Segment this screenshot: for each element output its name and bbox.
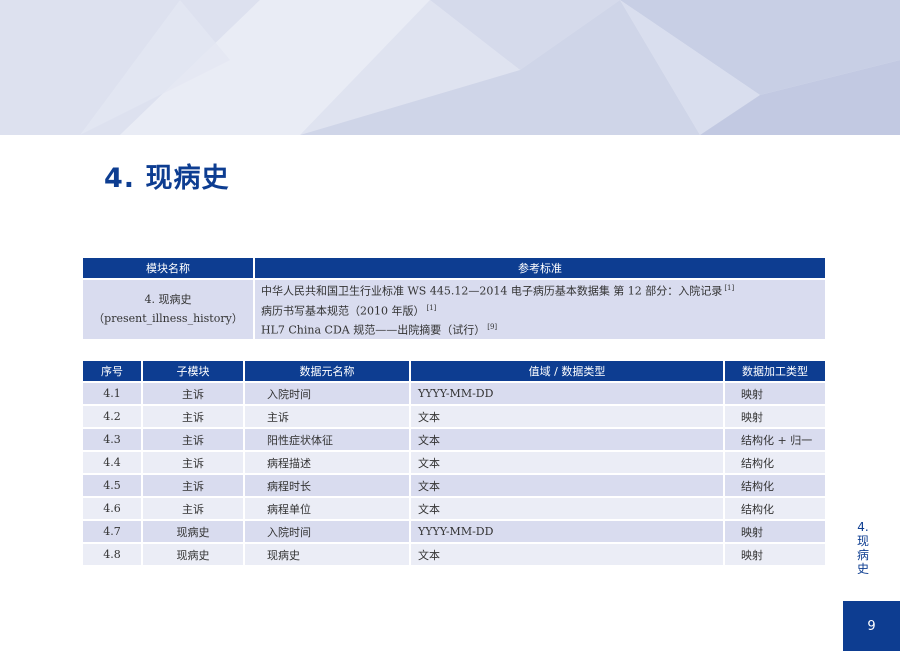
table-row: 4.7 现病史 入院时间 YYYY-MM-DD 映射: [81, 519, 827, 544]
element-name-cell: 阳性症状体征: [243, 427, 411, 452]
serial-number-cell: 4.5: [81, 473, 143, 498]
serial-number-cell: 4.4: [81, 450, 143, 475]
sub-module-cell: 现病史: [141, 542, 245, 567]
header-processing-type: 数据加工类型: [723, 359, 827, 383]
table-row: 4.4 主诉 病程描述 文本 结构化: [81, 450, 827, 475]
side-chapter-label: 4. 现 病 史: [852, 520, 874, 576]
citation-marker: [1]: [724, 284, 735, 292]
serial-number-cell: 4.7: [81, 519, 143, 544]
side-chapter-char: 现: [856, 534, 869, 548]
processing-type-cell: 结构化: [723, 496, 827, 521]
polygon-background-graphic: [0, 0, 900, 135]
table-row: 4.8 现病史 现病史 文本 映射: [81, 542, 827, 567]
element-name-cell: 入院时间: [243, 519, 411, 544]
side-chapter-char: 病: [856, 548, 869, 562]
data-element-table: 序号 子模块 数据元名称 值域 / 数据类型 数据加工类型 4.1 主诉 入院时间 Y…: [81, 359, 827, 567]
processing-type-cell: 映射: [723, 404, 827, 429]
module-name-cell: 4. 现病史 （present_illness_history）: [81, 278, 255, 341]
reference-item: 中华人民共和国卫生行业标准 WS 445.12—2014 电子病历基本数据集 第…: [261, 284, 735, 298]
serial-number-cell: 4.2: [81, 404, 143, 429]
module-name: 4. 现病史: [144, 293, 192, 307]
sub-module-cell: 主诉: [141, 427, 245, 452]
element-name-cell: 病程描述: [243, 450, 411, 475]
value-domain-cell: 文本: [409, 473, 725, 498]
value-domain-cell: 文本: [409, 427, 725, 452]
value-domain-cell: 文本: [409, 542, 725, 567]
element-name-cell: 病程单位: [243, 496, 411, 521]
data-table-body: 4.1 主诉 入院时间 YYYY-MM-DD 映射 4.2 主诉 主诉 文本 映射 4.3 主诉 阳性症…: [81, 381, 827, 567]
serial-number-cell: 4.3: [81, 427, 143, 452]
value-domain-cell: YYYY-MM-DD: [409, 519, 725, 544]
page-number-box: 9: [843, 601, 900, 651]
side-chapter-number: 4.: [857, 520, 869, 534]
value-domain-cell: 文本: [409, 404, 725, 429]
citation-marker: [1]: [426, 303, 437, 312]
reference-table: 模块名称 参考标准 4. 现病史 （present_illness_histor…: [81, 256, 827, 341]
sub-module-cell: 主诉: [141, 404, 245, 429]
sub-module-cell: 主诉: [141, 381, 245, 406]
reference-table-header: 模块名称 参考标准: [81, 256, 827, 280]
sub-module-cell: 现病史: [141, 519, 245, 544]
sub-module-cell: 主诉: [141, 473, 245, 498]
sub-module-cell: 主诉: [141, 450, 245, 475]
reference-item: HL7 China CDA 规范——出院摘要（试行） [9]: [261, 323, 498, 337]
value-domain-cell: 文本: [409, 496, 725, 521]
element-name-cell: 主诉: [243, 404, 411, 429]
citation-marker: [9]: [487, 323, 498, 332]
data-table-header: 序号 子模块 数据元名称 值域 / 数据类型 数据加工类型: [81, 359, 827, 383]
module-id: （present_illness_history）: [93, 312, 243, 326]
processing-type-cell: 映射: [723, 542, 827, 567]
reference-row: 4. 现病史 （present_illness_history） 中华人民共和国…: [81, 278, 827, 341]
value-domain-cell: 文本: [409, 450, 725, 475]
header-reference-standard: 参考标准: [253, 256, 827, 280]
serial-number-cell: 4.1: [81, 381, 143, 406]
header-module-name: 模块名称: [81, 256, 255, 280]
page-number: 9: [867, 618, 876, 634]
side-chapter-char: 史: [856, 562, 869, 576]
reference-standard-cell: 中华人民共和国卫生行业标准 WS 445.12—2014 电子病历基本数据集 第…: [253, 278, 827, 341]
table-row: 4.5 主诉 病程时长 文本 结构化: [81, 473, 827, 498]
element-name-cell: 病程时长: [243, 473, 411, 498]
processing-type-cell: 结构化: [723, 473, 827, 498]
header-element-name: 数据元名称: [243, 359, 411, 383]
processing-type-cell: 映射: [723, 381, 827, 406]
processing-type-cell: 结构化 + 归一: [723, 427, 827, 452]
header-serial-number: 序号: [81, 359, 143, 383]
element-name-cell: 现病史: [243, 542, 411, 567]
header-banner: [0, 0, 900, 135]
table-row: 4.1 主诉 入院时间 YYYY-MM-DD 映射: [81, 381, 827, 406]
table-row: 4.2 主诉 主诉 文本 映射: [81, 404, 827, 429]
processing-type-cell: 结构化: [723, 450, 827, 475]
table-row: 4.6 主诉 病程单位 文本 结构化: [81, 496, 827, 521]
sub-module-cell: 主诉: [141, 496, 245, 521]
header-sub-module: 子模块: [141, 359, 245, 383]
serial-number-cell: 4.8: [81, 542, 143, 567]
element-name-cell: 入院时间: [243, 381, 411, 406]
value-domain-cell: YYYY-MM-DD: [409, 381, 725, 406]
reference-item: 病历书写基本规范（2010 年版） [1]: [261, 303, 437, 318]
page-title: 4. 现病史: [104, 163, 230, 194]
table-row: 4.3 主诉 阳性症状体征 文本 结构化 + 归一: [81, 427, 827, 452]
header-value-domain: 值域 / 数据类型: [409, 359, 725, 383]
processing-type-cell: 映射: [723, 519, 827, 544]
serial-number-cell: 4.6: [81, 496, 143, 521]
